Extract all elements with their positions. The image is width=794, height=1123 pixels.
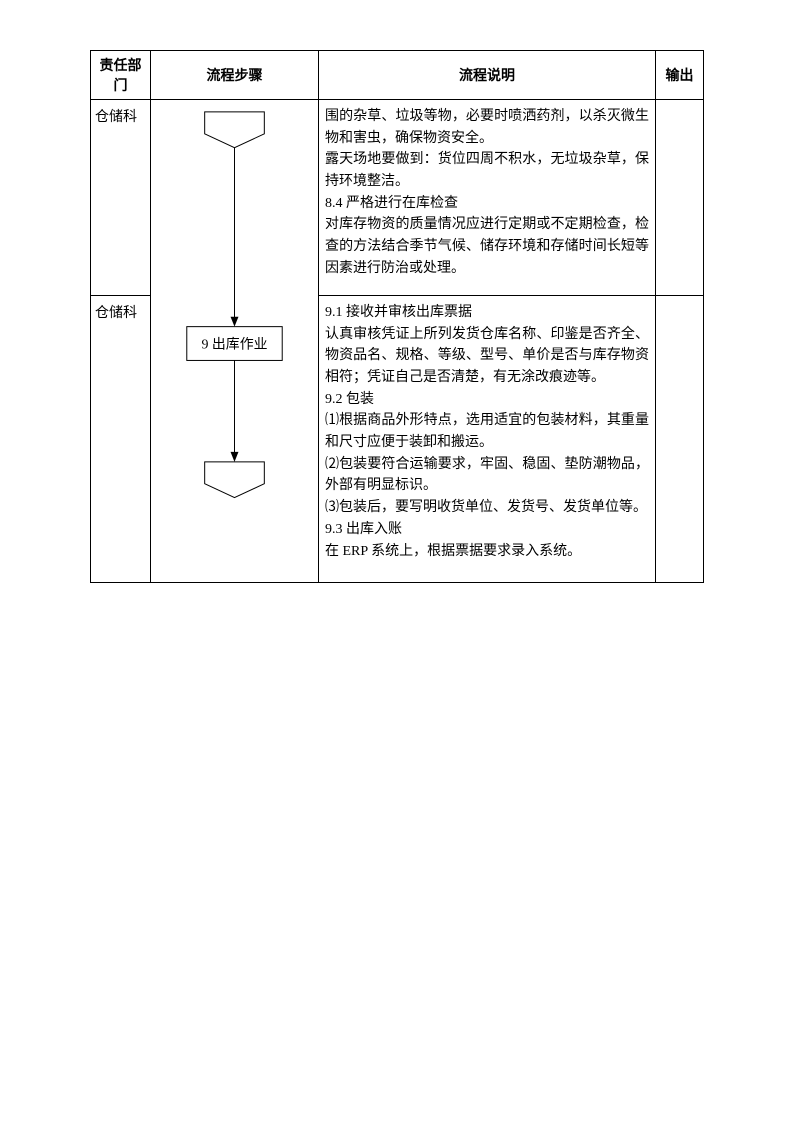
desc-cell: 围的杂草、垃圾等物，必要时喷洒药剂，以杀灭微生物和害虫，确保物资安全。露天场地要… (319, 100, 656, 296)
arrowhead-down-icon (231, 317, 239, 327)
flowchart-cell: 9 出库作业 (151, 100, 319, 583)
dept-cell: 仓储科 (91, 295, 151, 582)
desc-text: 9.1 接收并审核出库票据认真审核凭证上所列发货仓库名称、印鉴是否齐全、物资品名… (325, 305, 649, 559)
flowchart-svg: 9 出库作业 (151, 100, 318, 577)
process-box: 9 出库作业 (187, 327, 282, 361)
table-row: 仓储科 9 出库作业 (91, 100, 704, 296)
header-out: 输出 (656, 51, 704, 100)
header-dept: 责任部门 (91, 51, 151, 100)
offpage-connector-in-icon (205, 112, 265, 148)
output-cell (656, 295, 704, 582)
desc-cell: 9.1 接收并审核出库票据认真审核凭证上所列发货仓库名称、印鉴是否齐全、物资品名… (319, 295, 656, 582)
header-desc: 流程说明 (319, 51, 656, 100)
process-table: 责任部门 流程步骤 流程说明 输出 仓储科 (90, 50, 704, 583)
table-header-row: 责任部门 流程步骤 流程说明 输出 (91, 51, 704, 100)
output-cell (656, 100, 704, 296)
dept-cell: 仓储科 (91, 100, 151, 296)
desc-text: 围的杂草、垃圾等物，必要时喷洒药剂，以杀灭微生物和害虫，确保物资安全。露天场地要… (325, 109, 649, 276)
arrowhead-down-icon (231, 452, 239, 462)
header-step: 流程步骤 (151, 51, 319, 100)
offpage-connector-out-icon (205, 462, 265, 498)
process-box-label: 9 出库作业 (201, 337, 267, 353)
